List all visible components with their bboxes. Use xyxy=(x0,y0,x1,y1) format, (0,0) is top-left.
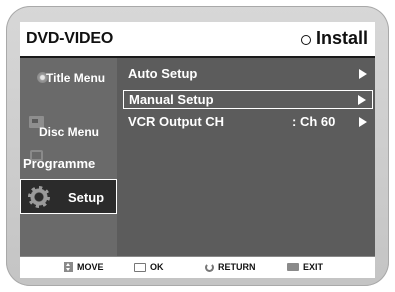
menu-item-label: VCR Output CH xyxy=(128,114,225,129)
return-icon xyxy=(205,262,214,272)
sidebar-item-disc-menu[interactable]: Disc Menu xyxy=(20,110,117,145)
mode-indicator: Install xyxy=(300,28,368,49)
osd-screen: DVD-VIDEO Install Title Menu Disc Menu P… xyxy=(20,22,375,278)
arrow-right-icon xyxy=(358,95,366,105)
sidebar-item-label: Title Menu xyxy=(46,71,106,85)
footer-ok: OK xyxy=(134,262,164,272)
footer-return: RETURN xyxy=(205,262,256,272)
arrow-right-icon xyxy=(359,117,367,127)
move-icon xyxy=(64,262,73,272)
exit-icon xyxy=(287,263,299,271)
sidebar-item-setup[interactable]: Setup xyxy=(20,179,117,214)
menu-item-vcr-output-ch[interactable]: VCR Output CH : Ch 60 xyxy=(123,113,373,132)
setup-menu: Auto Setup Manual Setup VCR Output CH : … xyxy=(117,58,375,256)
menu-item-label: Auto Setup xyxy=(128,66,198,81)
footer-move: MOVE xyxy=(64,262,104,272)
sidebar-item-programme[interactable]: Programme xyxy=(20,145,117,180)
footer-return-label: RETURN xyxy=(218,262,256,272)
ok-icon xyxy=(134,262,146,272)
sidebar-item-title-menu[interactable]: Title Menu xyxy=(20,60,117,95)
footer-move-label: MOVE xyxy=(77,262,104,272)
footer-exit: EXIT xyxy=(287,262,323,272)
sidebar: Title Menu Disc Menu Programme Setup xyxy=(20,58,117,256)
sidebar-item-label: Setup xyxy=(68,190,105,205)
menu-item-value: : Ch 60 xyxy=(292,114,336,129)
footer-exit-label: EXIT xyxy=(303,262,324,272)
disc-icon xyxy=(300,34,311,45)
arrow-right-icon xyxy=(359,69,367,79)
menu-item-manual-setup[interactable]: Manual Setup xyxy=(123,90,373,109)
sidebar-item-label: Programme xyxy=(23,156,96,171)
footer-help-bar: MOVE OK RETURN EXIT xyxy=(20,256,375,278)
sidebar-item-label: Disc Menu xyxy=(39,125,100,139)
setup-gear-icon xyxy=(28,186,50,208)
mode-label: Install xyxy=(315,28,368,48)
menu-item-auto-setup[interactable]: Auto Setup xyxy=(123,65,373,84)
source-title: DVD-VIDEO xyxy=(26,30,114,47)
menu-item-label: Manual Setup xyxy=(129,92,214,107)
title-bar: DVD-VIDEO Install xyxy=(20,22,375,58)
footer-ok-label: OK xyxy=(150,262,164,272)
